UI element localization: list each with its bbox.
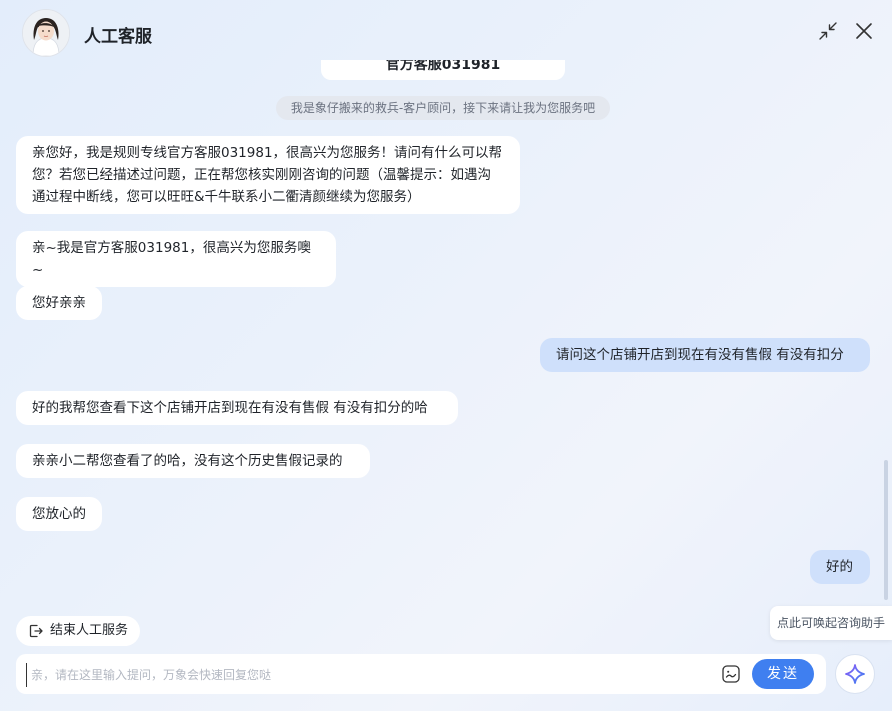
chat-header: 人工客服 bbox=[0, 0, 892, 64]
message-user: 好的 bbox=[810, 550, 870, 584]
chat-area[interactable]: 官方客服031981 我是象仔搬来的救兵-客户顾问，接下来请让我为您服务吧 亲您… bbox=[0, 60, 892, 605]
message-user: 请问这个店铺开店到现在有没有售假 有没有扣分 bbox=[540, 338, 870, 372]
message-agent: 亲您好，我是规则专线官方客服031981，很高兴为您服务！请问有什么可以帮您？若… bbox=[16, 136, 520, 214]
assistant-button[interactable] bbox=[835, 654, 875, 694]
scrollbar[interactable] bbox=[884, 460, 888, 600]
input-bar: 发送 bbox=[16, 654, 826, 694]
message-input[interactable] bbox=[26, 663, 713, 687]
close-button[interactable] bbox=[853, 20, 875, 42]
emoji-button[interactable] bbox=[721, 664, 741, 684]
sparkle-icon bbox=[845, 664, 865, 684]
minimize-button[interactable] bbox=[817, 20, 839, 42]
minimize-arrows-icon bbox=[819, 22, 837, 40]
close-icon bbox=[856, 23, 872, 39]
page-title: 人工客服 bbox=[84, 27, 152, 47]
assistant-tooltip: 点此可唤起咨询助手 bbox=[770, 606, 892, 640]
message-agent: 您好亲亲 bbox=[16, 286, 102, 320]
message-agent: 好的我帮您查看下这个店铺开店到现在有没有售假 有没有扣分的哈 bbox=[16, 391, 458, 425]
end-service-label: 结束人工服务 bbox=[50, 623, 129, 638]
send-button[interactable]: 发送 bbox=[752, 659, 814, 689]
end-service-button[interactable]: 结束人工服务 bbox=[16, 616, 141, 646]
message-agent: 亲~我是官方客服031981，很高兴为您服务噢~ bbox=[16, 231, 336, 287]
partial-card: 官方客服031981 bbox=[321, 60, 565, 80]
partial-card-text: 官方客服031981 bbox=[385, 60, 501, 73]
system-notice: 我是象仔搬来的救兵-客户顾问，接下来请让我为您服务吧 bbox=[276, 96, 610, 120]
emoji-icon bbox=[722, 665, 740, 683]
message-agent: 您放心的 bbox=[16, 497, 102, 531]
exit-icon bbox=[29, 624, 43, 638]
agent-avatar bbox=[22, 9, 70, 57]
message-agent: 亲亲小二帮您查看了的哈，没有这个历史售假记录的 bbox=[16, 444, 370, 478]
